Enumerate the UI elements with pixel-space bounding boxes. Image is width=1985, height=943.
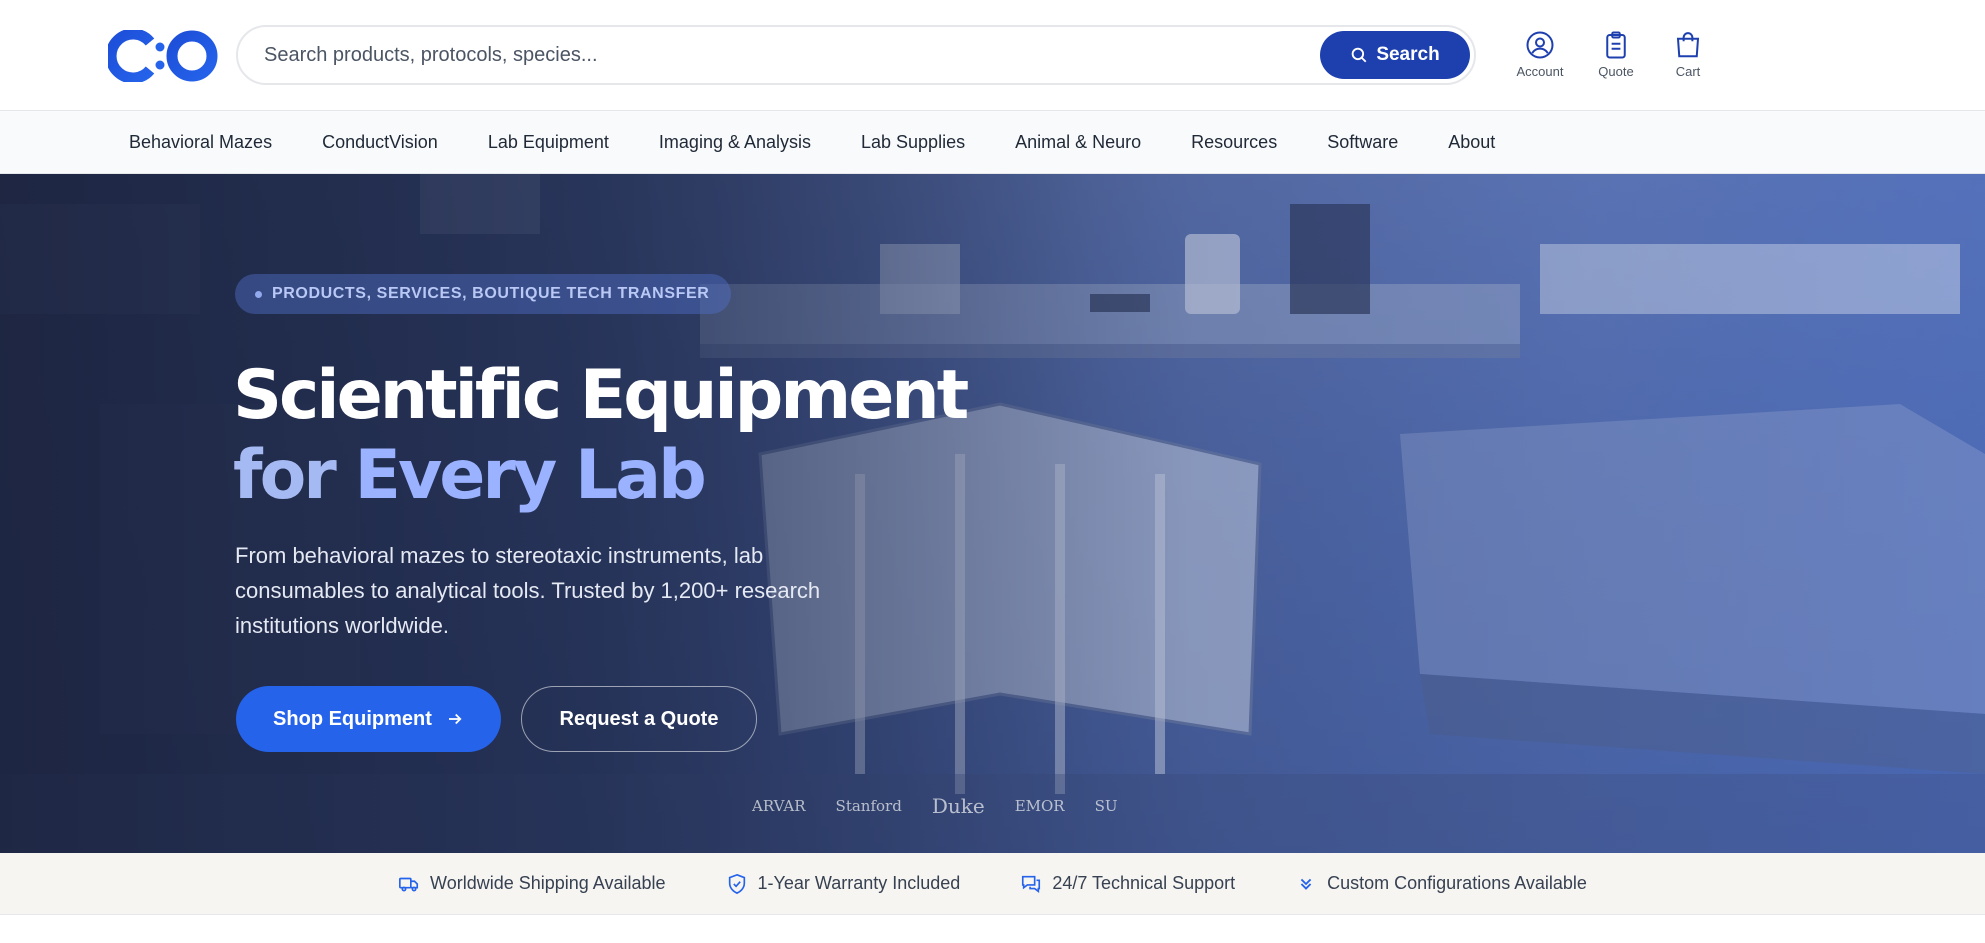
institution-logo: Stanford <box>835 797 902 815</box>
nav-item-resources[interactable]: Resources <box>1191 132 1277 153</box>
institution-logo: Duke <box>931 794 985 818</box>
shield-check-icon <box>728 873 745 894</box>
logo-mark-icon <box>105 28 218 84</box>
brand-logo[interactable] <box>105 28 218 84</box>
nav-item-conductvision[interactable]: ConductVision <box>322 132 438 153</box>
search-button-label: Search <box>1376 44 1440 65</box>
nav-item-lab-equipment[interactable]: Lab Equipment <box>488 132 609 153</box>
feature-label: 24/7 Technical Support <box>1052 873 1236 893</box>
feature-label: 1-Year Warranty Included <box>757 873 961 893</box>
quote-label: Quote <box>1598 64 1634 79</box>
search-icon <box>1352 47 1367 63</box>
institution-logo: EMOR <box>1014 797 1065 815</box>
hero-description: From behavioral mazes to stereotaxic ins… <box>235 543 821 638</box>
institution-logo: SU <box>1094 797 1118 815</box>
badge-text: PRODUCTS, SERVICES, BOUTIQUE TECH TRANSF… <box>272 285 710 302</box>
shopping-bag-icon <box>1676 32 1700 58</box>
clipboard-icon <box>1606 31 1626 59</box>
feature-item: 1-Year Warranty Included <box>726 873 961 895</box>
shop-equipment-label: Shop Equipment <box>273 707 432 730</box>
quote-button[interactable]: Quote <box>1580 30 1652 79</box>
nav-item-behavioral-mazes[interactable]: Behavioral Mazes <box>129 132 272 153</box>
search-input[interactable] <box>238 27 1474 83</box>
feature-item: 24/7 Technical Support <box>1020 873 1235 895</box>
arrow-right-icon <box>448 713 462 725</box>
account-button[interactable]: Account <box>1500 30 1580 79</box>
chat-bubbles-icon <box>1022 875 1041 893</box>
feature-label: Custom Configurations Available <box>1327 873 1587 893</box>
hero-title-line1: Scientific Equipment <box>233 356 969 435</box>
header-actions: Account Quote Cart <box>1500 30 1724 79</box>
hero-title-line2: for Every Lab <box>233 436 707 515</box>
features-bar: Worldwide Shipping Available 1-Year Warr… <box>0 853 1985 915</box>
hero-title: Scientific Equipment for Every Lab <box>233 356 969 516</box>
nav-item-imaging-analysis[interactable]: Imaging & Analysis <box>659 132 811 153</box>
nav-item-software[interactable]: Software <box>1327 132 1398 153</box>
request-quote-button[interactable]: Request a Quote <box>521 686 757 752</box>
hero-title-highlight: Every Lab <box>354 436 707 515</box>
account-label: Account <box>1516 64 1564 79</box>
hero-section: PRODUCTS, SERVICES, BOUTIQUE TECH TRANSF… <box>0 174 1985 853</box>
nav-item-animal-neuro[interactable]: Animal & Neuro <box>1015 132 1141 153</box>
feature-label: Worldwide Shipping Available <box>430 873 666 893</box>
institution-logos: ARVAR Stanford Duke EMOR SU <box>752 794 1118 818</box>
search-bar: Search <box>236 25 1476 85</box>
feature-item: Worldwide Shipping Available <box>398 873 666 895</box>
main-nav: Behavioral Mazes ConductVision Lab Equip… <box>0 111 1985 174</box>
site-header: Search Account Quote Cart <box>0 0 1985 111</box>
badge-dot-icon <box>255 290 262 298</box>
hero-title-prefix: for <box>233 436 355 515</box>
user-circle-icon <box>1526 31 1554 59</box>
feature-item: Custom Configurations Available <box>1295 873 1587 895</box>
shop-equipment-button[interactable]: Shop Equipment <box>236 686 501 752</box>
cart-button[interactable]: Cart <box>1652 30 1724 79</box>
cart-label: Cart <box>1675 64 1701 79</box>
search-button[interactable]: Search <box>1320 31 1470 79</box>
truck-icon <box>399 877 419 892</box>
hero-badge: PRODUCTS, SERVICES, BOUTIQUE TECH TRANSF… <box>235 274 732 314</box>
nav-item-about[interactable]: About <box>1448 132 1495 153</box>
chevron-badge-icon <box>1300 878 1312 890</box>
institution-logo: ARVAR <box>752 797 806 815</box>
nav-item-lab-supplies[interactable]: Lab Supplies <box>861 132 965 153</box>
